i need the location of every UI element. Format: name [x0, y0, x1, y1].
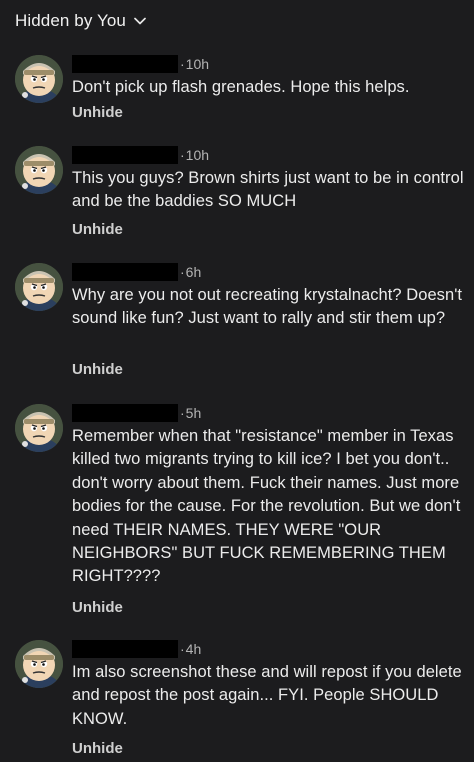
comment-text: Why are you not out recreating krystalna… [72, 286, 463, 328]
unhide-button[interactable]: Unhide [72, 104, 123, 121]
comment-timestamp: ·10h [180, 56, 210, 72]
avatar[interactable] [15, 263, 63, 311]
redacted-username [72, 55, 178, 73]
avatar[interactable] [15, 55, 63, 103]
comment-timestamp: ·10h [180, 147, 210, 163]
comment-text: Remember when that "resistance" member i… [72, 427, 461, 586]
comment-timestamp: ·5h [180, 405, 202, 421]
comment-meta: ·6h [72, 263, 201, 281]
unhide-button[interactable]: Unhide [72, 599, 123, 616]
comment-meta: ·10h [72, 55, 209, 73]
avatar[interactable] [15, 640, 63, 688]
hidden-by-you-dropdown[interactable]: Hidden by You [15, 8, 146, 34]
redacted-username [72, 404, 178, 422]
comment-timestamp: ·6h [180, 264, 202, 280]
comment-meta: ·5h [72, 404, 201, 422]
comment-text: This you guys? Brown shirts just want to… [72, 169, 464, 211]
avatar[interactable] [15, 146, 63, 194]
comment-meta: ·10h [72, 146, 209, 164]
redacted-username [72, 640, 178, 658]
comment-text: Im also screenshot these and will repost… [72, 663, 462, 728]
comment-meta: ·4h [72, 640, 201, 658]
comment-timestamp: ·4h [180, 641, 202, 657]
unhide-button[interactable]: Unhide [72, 221, 123, 238]
unhide-button[interactable]: Unhide [72, 740, 123, 757]
header-title: Hidden by You [15, 11, 126, 30]
redacted-username [72, 263, 178, 281]
avatar[interactable] [15, 404, 63, 452]
comment-text: Don't pick up flash grenades. Hope this … [72, 78, 410, 96]
unhide-button[interactable]: Unhide [72, 361, 123, 378]
redacted-username [72, 146, 178, 164]
chevron-down-icon [134, 17, 146, 25]
